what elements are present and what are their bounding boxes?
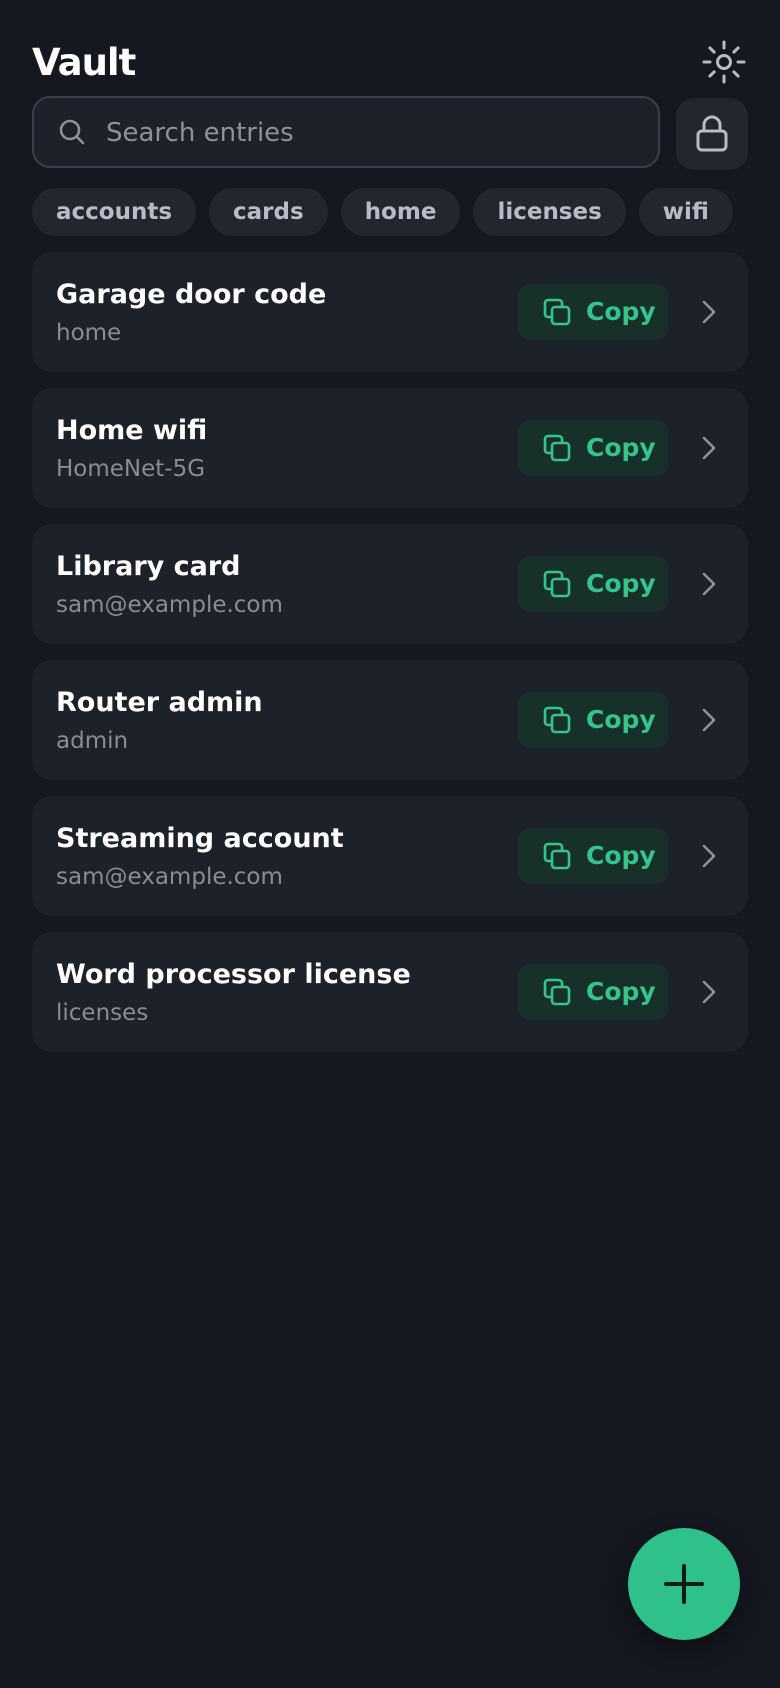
list-item[interactable]: Word processor license licenses Copy [32,932,748,1052]
copy-label: Copy [586,977,656,1006]
filter-chip-wifi[interactable]: wifi [638,188,733,236]
copy-button[interactable]: Copy [518,284,668,340]
copy-button[interactable]: Copy [518,828,668,884]
copy-button[interactable]: Copy [518,420,668,476]
entry-list: Garage door code home Copy Home wifi Hom… [32,252,748,1068]
entry-subtitle: sam@example.com [56,864,283,890]
filter-chip-cards[interactable]: cards [209,188,328,236]
chevron-right-icon[interactable] [694,570,722,598]
theme-toggle-button[interactable] [700,38,748,86]
copy-label: Copy [586,433,656,462]
list-item[interactable]: Library card sam@example.com Copy [32,524,748,644]
lock-vault-button[interactable] [676,98,748,170]
search-icon [59,119,85,145]
filter-chip-home[interactable]: home [340,188,461,236]
copy-icon [543,978,571,1006]
entry-title: Home wifi [56,415,208,446]
copy-icon [543,570,571,598]
entry-subtitle: sam@example.com [56,592,283,618]
entry-subtitle: licenses [56,1000,149,1026]
copy-label: Copy [586,569,656,598]
app-header: Vault [32,36,748,90]
entry-subtitle: admin [56,728,129,754]
chevron-right-icon[interactable] [694,978,722,1006]
copy-icon [543,298,571,326]
entry-title: Word processor license [56,959,411,990]
copy-icon [543,706,571,734]
plus-icon [664,1564,704,1604]
lock-icon [696,115,728,152]
filter-chips: accounts cards home licenses wifi [32,188,733,236]
copy-icon [543,842,571,870]
search-box[interactable] [32,96,660,168]
search-row [32,96,748,172]
list-item[interactable]: Router admin admin Copy [32,660,748,780]
chevron-right-icon[interactable] [694,706,722,734]
list-item[interactable]: Garage door code home Copy [32,252,748,372]
entry-subtitle: HomeNet-5G [56,456,206,482]
entry-title: Library card [56,551,241,582]
entry-title: Garage door code [56,279,327,310]
entry-title: Router admin [56,687,263,718]
search-input[interactable] [104,108,628,158]
list-item[interactable]: Streaming account sam@example.com Copy [32,796,748,916]
copy-button[interactable]: Copy [518,692,668,748]
filter-chip-accounts[interactable]: accounts [32,188,197,236]
copy-label: Copy [586,841,656,870]
copy-label: Copy [586,705,656,734]
sun-icon [702,40,746,84]
copy-label: Copy [586,297,656,326]
filter-chip-licenses[interactable]: licenses [473,188,626,236]
chevron-right-icon[interactable] [694,842,722,870]
copy-icon [543,434,571,462]
copy-button[interactable]: Copy [518,964,668,1020]
list-item[interactable]: Home wifi HomeNet-5G Copy [32,388,748,508]
page-title: Vault [32,41,136,84]
entry-title: Streaming account [56,823,344,854]
copy-button[interactable]: Copy [518,556,668,612]
chevron-right-icon[interactable] [694,298,722,326]
add-entry-button[interactable] [628,1528,740,1640]
chevron-right-icon[interactable] [694,434,722,462]
entry-subtitle: home [56,320,122,346]
